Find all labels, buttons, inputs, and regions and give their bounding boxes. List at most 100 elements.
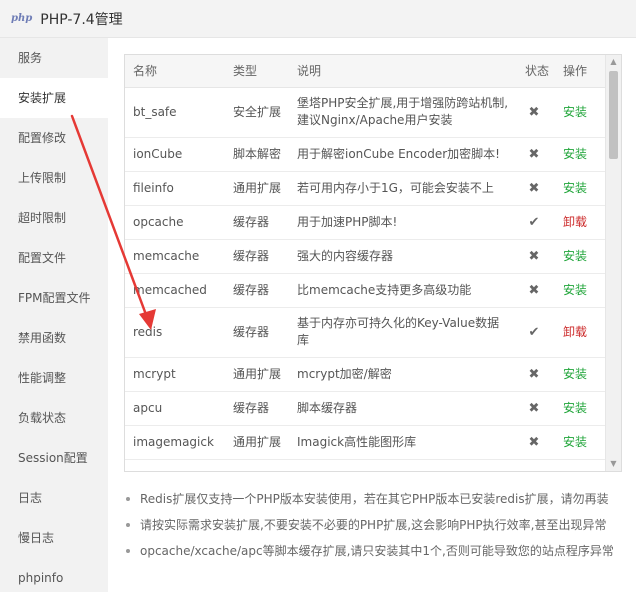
sidebar-item-log[interactable]: 日志 [0,478,108,518]
table-row: imagemagick 通用扩展 Imagick高性能图形库 ✖ 安装 [125,425,607,460]
sidebar-item-config-file[interactable]: 配置文件 [0,238,108,278]
header-type: 类型 [225,55,289,88]
install-link[interactable]: 安装 [563,147,587,161]
status-not-installed-icon: ✖ [517,239,551,274]
status-not-installed-icon: ✖ [517,357,551,392]
ext-op-cell: 安装 [551,357,607,392]
extensions-table-container: 名称 类型 说明 状态 操作 bt_safe 安全扩展 堡塔PHP安全扩展,用于增强… [124,54,622,472]
ext-description: 若可用内存小于1G，可能会安装不上 [289,171,517,206]
install-link[interactable]: 安装 [563,367,587,381]
status-not-installed-icon: ✖ [517,273,551,308]
install-link[interactable]: 安装 [563,435,587,449]
status-not-installed-icon: ✖ [517,171,551,206]
extensions-table: 名称 类型 说明 状态 操作 bt_safe 安全扩展 堡塔PHP安全扩展,用于增强… [125,55,607,460]
ext-name: mcrypt [125,357,225,392]
ext-type: 通用扩展 [225,425,289,460]
ext-name: apcu [125,391,225,426]
sidebar-item-performance-tuning[interactable]: 性能调整 [0,358,108,398]
table-row: opcache 缓存器 用于加速PHP脚本! ✔ 卸载 [125,205,607,240]
ext-name: bt_safe [125,87,225,138]
ext-name: fileinfo [125,171,225,206]
ext-name: redis [125,307,225,358]
ext-type: 通用扩展 [225,171,289,206]
php-logo: php [11,13,33,24]
ext-type: 安全扩展 [225,87,289,138]
ext-op-cell: 安装 [551,239,607,274]
ext-op-cell: 卸载 [551,205,607,240]
install-link[interactable]: 安装 [563,401,587,415]
ext-name: memcached [125,273,225,308]
status-installed-icon: ✔ [517,205,551,240]
table-row: apcu 缓存器 脚本缓存器 ✖ 安装 [125,391,607,426]
ext-type: 缓存器 [225,273,289,308]
status-not-installed-icon: ✖ [517,137,551,172]
ext-op-cell: 安装 [551,137,607,172]
table-row: memcache 缓存器 强大的内容缓存器 ✖ 安装 [125,239,607,274]
note-item: Redis扩展仅支持一个PHP版本安装使用，若在其它PHP版本已安装redis扩… [124,486,624,512]
ext-description: Imagick高性能图形库 [289,425,517,460]
sidebar-item-phpinfo[interactable]: phpinfo [0,558,108,598]
table-row: mcrypt 通用扩展 mcrypt加密/解密 ✖ 安装 [125,357,607,392]
status-not-installed-icon: ✖ [517,425,551,460]
ext-type: 脚本解密 [225,137,289,172]
table-row: ionCube 脚本解密 用于解密ionCube Encoder加密脚本! ✖ 安装 [125,137,607,172]
sidebar-item-timeout-limit[interactable]: 超时限制 [0,198,108,238]
install-link[interactable]: 安装 [563,181,587,195]
ext-type: 缓存器 [225,239,289,274]
ext-op-cell: 安装 [551,87,607,138]
sidebar-item-config-modify[interactable]: 配置修改 [0,118,108,158]
table-row: fileinfo 通用扩展 若可用内存小于1G，可能会安装不上 ✖ 安装 [125,171,607,206]
notes-list: Redis扩展仅支持一个PHP版本安装使用，若在其它PHP版本已安装redis扩… [124,486,624,564]
ext-name: ionCube [125,137,225,172]
status-not-installed-icon: ✖ [517,87,551,138]
ext-type: 通用扩展 [225,357,289,392]
header-op: 操作 [551,55,607,88]
ext-op-cell: 安装 [551,273,607,308]
uninstall-link[interactable]: 卸载 [563,325,587,339]
ext-description: 脚本缓存器 [289,391,517,426]
install-link[interactable]: 安装 [563,249,587,263]
ext-description: mcrypt加密/解密 [289,357,517,392]
ext-description: 强大的内容缓存器 [289,239,517,274]
sidebar-item-load-status[interactable]: 负载状态 [0,398,108,438]
install-link[interactable]: 安装 [563,105,587,119]
sidebar-item-fpm-config-file[interactable]: FPM配置文件 [0,278,108,318]
header-desc: 说明 [289,55,517,88]
install-link[interactable]: 安装 [563,283,587,297]
sidebar-item-upload-limit[interactable]: 上传限制 [0,158,108,198]
table-scrollbar[interactable]: ▲ ▼ [605,55,621,471]
ext-description: 基于内存亦可持久化的Key-Value数据库 [289,307,517,358]
ext-op-cell: 安装 [551,171,607,206]
ext-name: opcache [125,205,225,240]
header-status: 状态 [517,55,551,88]
note-item: 请按实际需求安装扩展,不要安装不必要的PHP扩展,这会影响PHP执行效率,甚至出… [124,512,624,538]
status-not-installed-icon: ✖ [517,391,551,426]
main-content: 名称 类型 说明 状态 操作 bt_safe 安全扩展 堡塔PHP安全扩展,用于增强… [108,38,636,592]
scroll-thumb[interactable] [609,71,618,159]
ext-description: 堡塔PHP安全扩展,用于增强防跨站机制,建议Nginx/Apache用户安装 [289,87,517,138]
sidebar: 服务 安装扩展 配置修改 上传限制 超时限制 配置文件 FPM配置文件 禁用函数… [0,38,108,592]
ext-type: 缓存器 [225,391,289,426]
ext-description: 比memcache支持更多高级功能 [289,273,517,308]
ext-type: 缓存器 [225,205,289,240]
sidebar-item-install-extension[interactable]: 安装扩展 [0,78,108,118]
scroll-up-icon[interactable]: ▲ [606,55,621,69]
ext-op-cell: 安装 [551,425,607,460]
uninstall-link[interactable]: 卸载 [563,215,587,229]
scroll-down-icon[interactable]: ▼ [606,457,621,471]
title-bar: php PHP-7.4管理 [0,0,636,38]
ext-op-cell: 卸载 [551,307,607,358]
ext-type: 缓存器 [225,307,289,358]
table-row: bt_safe 安全扩展 堡塔PHP安全扩展,用于增强防跨站机制,建议Nginx/A… [125,87,607,138]
table-row: memcached 缓存器 比memcache支持更多高级功能 ✖ 安装 [125,273,607,308]
sidebar-item-service[interactable]: 服务 [0,38,108,78]
ext-description: 用于解密ionCube Encoder加密脚本! [289,137,517,172]
sidebar-item-session-config[interactable]: Session配置 [0,438,108,478]
sidebar-item-slow-log[interactable]: 慢日志 [0,518,108,558]
ext-description: 用于加速PHP脚本! [289,205,517,240]
ext-name: memcache [125,239,225,274]
sidebar-item-disabled-functions[interactable]: 禁用函数 [0,318,108,358]
header-name: 名称 [125,55,225,88]
ext-name: imagemagick [125,425,225,460]
ext-op-cell: 安装 [551,391,607,426]
